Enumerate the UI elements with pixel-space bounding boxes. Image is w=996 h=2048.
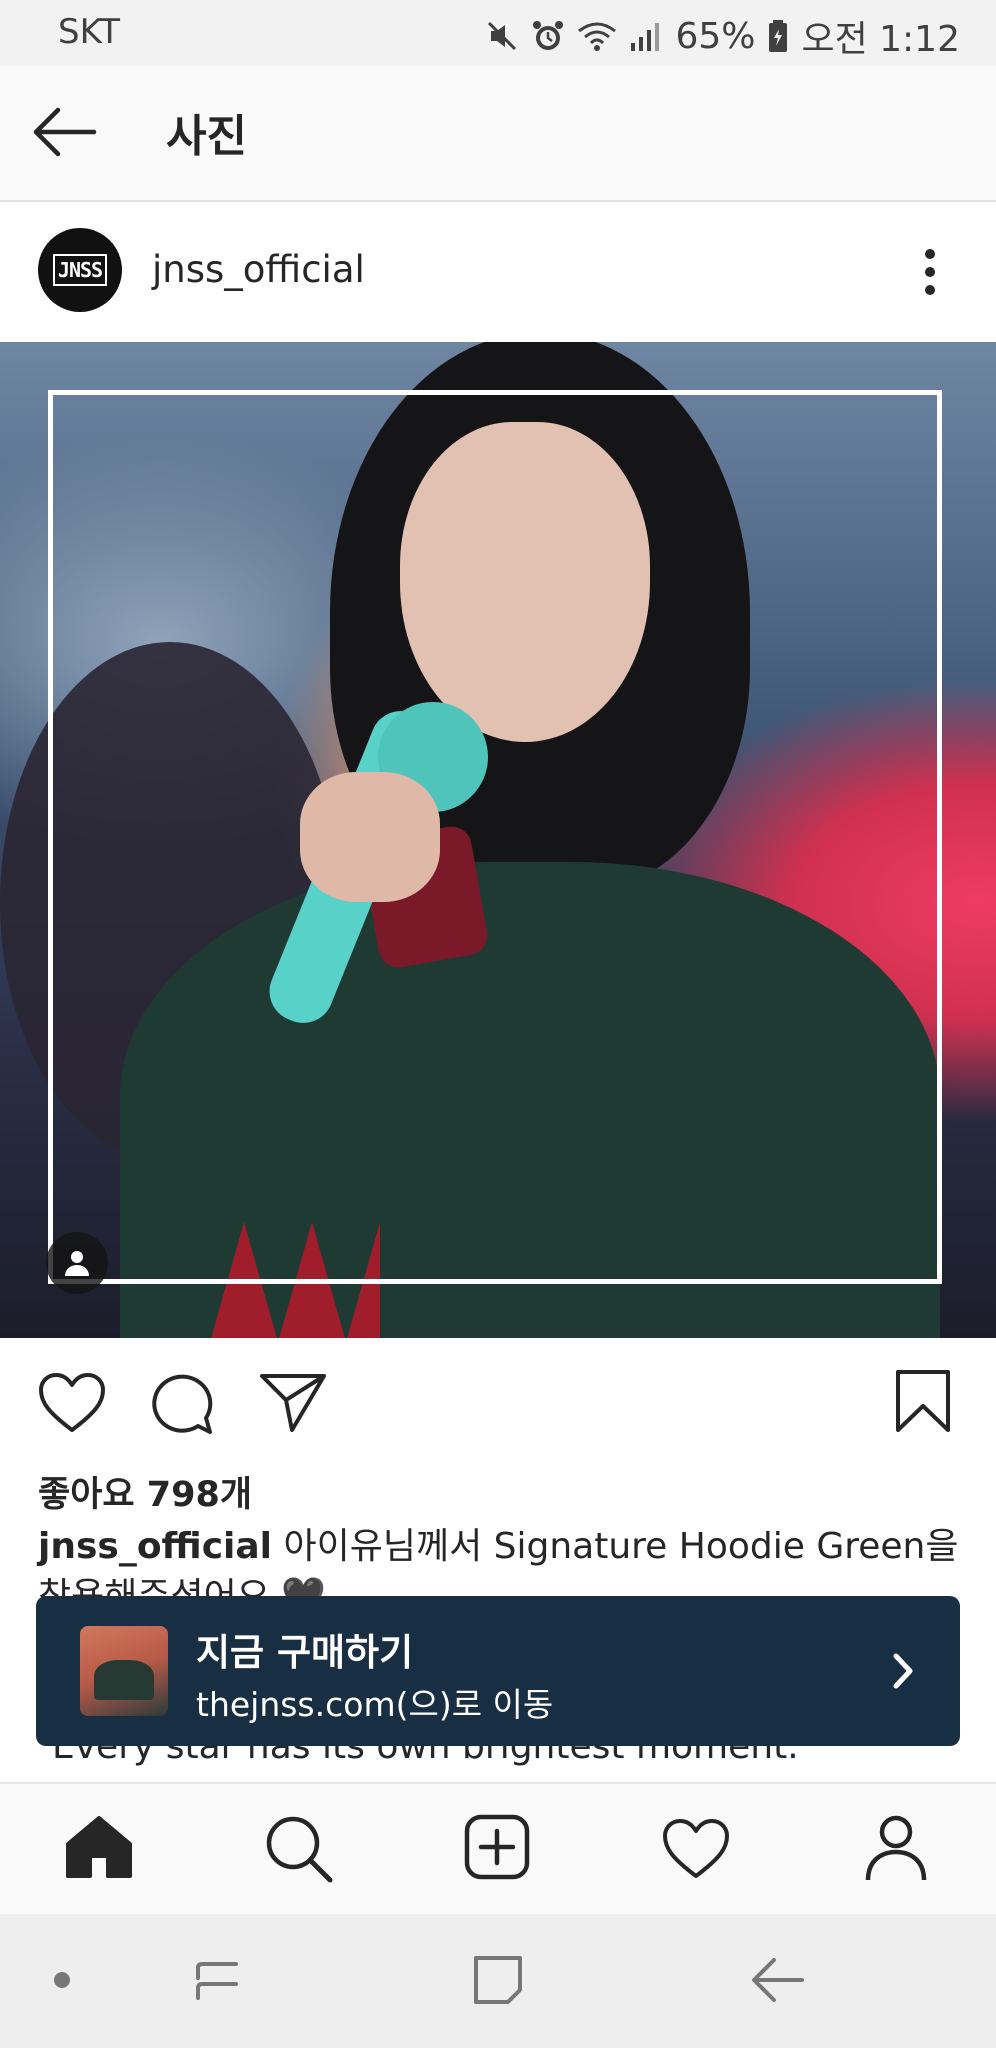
caption-username[interactable]: jnss_official — [38, 1526, 272, 1567]
more-options-icon[interactable] — [910, 244, 950, 300]
post-header: JNSS jnss_official — [0, 202, 996, 340]
top-bar: 사진 — [0, 66, 996, 202]
comment-icon[interactable] — [150, 1372, 214, 1436]
recent-apps-icon[interactable] — [192, 1954, 242, 2006]
activity-heart-icon[interactable] — [662, 1818, 730, 1880]
tagged-people-button[interactable] — [46, 1232, 108, 1294]
mute-icon — [488, 21, 517, 51]
product-thumbnail — [80, 1626, 168, 1716]
carrier-label: SKT — [58, 12, 121, 52]
shop-now-subtitle: thejnss.com(으)로 이동 — [196, 1685, 554, 1724]
share-icon[interactable] — [258, 1372, 328, 1434]
avatar-logo-text: JNSS — [52, 254, 108, 286]
bookmark-icon[interactable] — [894, 1368, 952, 1434]
back-nav-icon[interactable] — [748, 1954, 808, 2006]
battery-icon — [769, 20, 788, 52]
post-actions — [0, 1338, 996, 1468]
like-heart-icon[interactable] — [38, 1372, 106, 1434]
post-username[interactable]: jnss_official — [152, 248, 365, 291]
clock: 오전 1:12 — [801, 19, 960, 60]
person-icon — [65, 1251, 89, 1276]
signal-icon — [631, 23, 660, 51]
avatar[interactable]: JNSS — [38, 228, 122, 312]
wifi-icon — [578, 22, 617, 51]
alarm-icon — [533, 21, 564, 50]
back-arrow-icon[interactable] — [28, 102, 100, 162]
search-icon[interactable] — [264, 1814, 334, 1884]
bottom-tab-bar — [0, 1782, 996, 1916]
home-button-icon[interactable] — [472, 1954, 524, 2006]
battery-percent: 65% — [675, 15, 756, 57]
like-count[interactable]: 좋아요 798개 — [38, 1466, 252, 1517]
post-photo[interactable] — [0, 342, 996, 1338]
status-right: 65% 오전 1:12 — [485, 10, 960, 62]
shop-now-banner[interactable]: 지금 구매하기 thejnss.com(으)로 이동 — [36, 1596, 960, 1746]
status-bar: SKT 65% 오전 1:12 — [0, 0, 996, 66]
profile-icon[interactable] — [862, 1814, 930, 1882]
chevron-right-icon — [893, 1653, 913, 1689]
page-title: 사진 — [166, 111, 247, 162]
nav-dot-icon[interactable] — [52, 1970, 72, 1990]
photo-frame-overlay — [48, 390, 942, 1284]
home-icon[interactable] — [64, 1814, 134, 1880]
system-nav-bar — [0, 1914, 996, 2048]
shop-now-title: 지금 구매하기 — [196, 1631, 414, 1674]
new-post-icon[interactable] — [464, 1814, 530, 1880]
